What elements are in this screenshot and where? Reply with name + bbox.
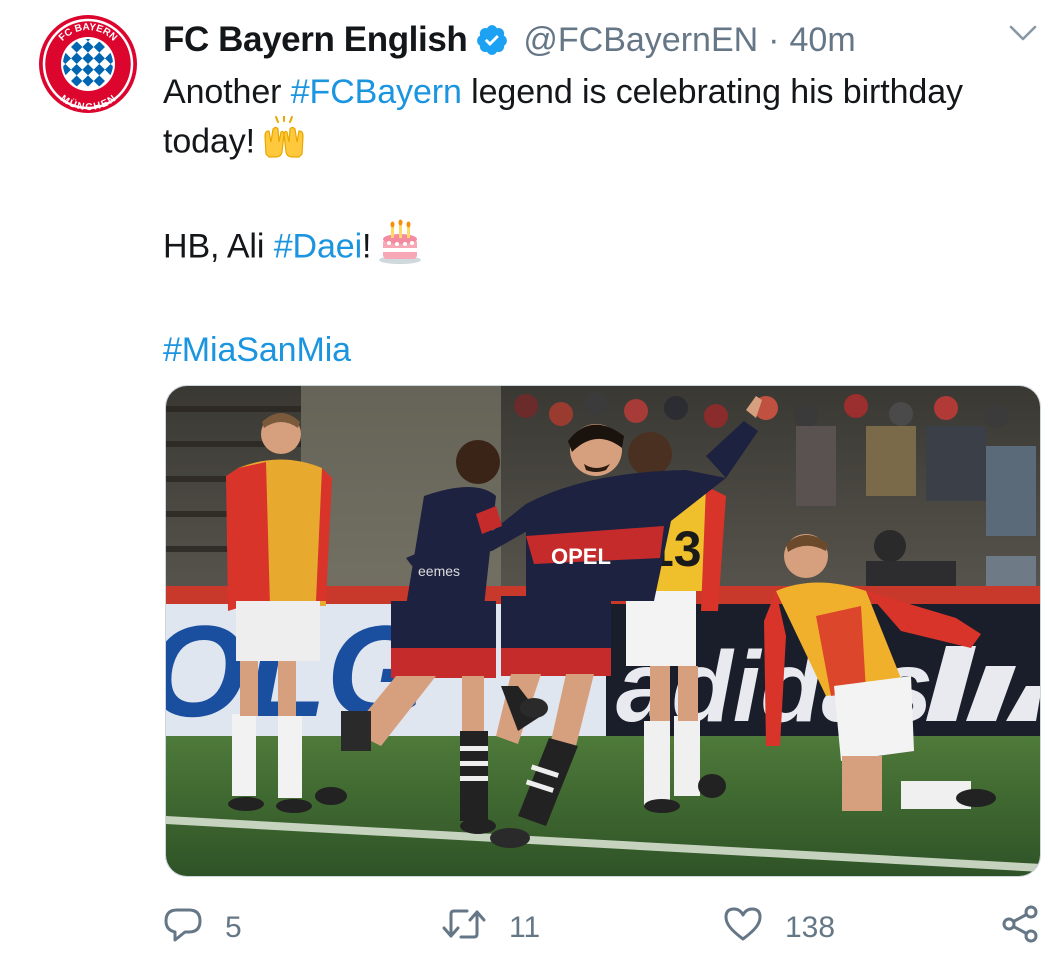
svg-text:eemes: eemes xyxy=(418,563,460,579)
separator-dot: · xyxy=(768,20,780,59)
retweet-button[interactable]: 11 xyxy=(441,903,540,953)
avatar[interactable]: FC BAYERN MÜNCHEN xyxy=(38,14,138,114)
reply-count: 5 xyxy=(225,911,242,944)
share-button[interactable] xyxy=(999,903,1041,953)
reply-icon xyxy=(163,904,203,952)
reply-button[interactable]: 5 xyxy=(163,903,242,953)
retweet-icon xyxy=(441,906,487,950)
tweet-header: FC Bayern English @FCBayernEN · 40m xyxy=(163,14,856,66)
chevron-down-icon[interactable] xyxy=(1008,18,1038,48)
sponsor-text: OPEL xyxy=(551,544,611,569)
share-icon xyxy=(999,903,1041,953)
hashtag-fcbayern[interactable]: #FCBayern xyxy=(291,73,462,111)
verified-badge-icon xyxy=(475,23,509,57)
retweet-count: 11 xyxy=(509,911,541,944)
tweet-line-2: HB, Ali #Daei! xyxy=(163,219,1053,278)
user-handle[interactable]: @FCBayernEN xyxy=(523,21,758,60)
hashtag-daei[interactable]: #Daei xyxy=(274,227,362,265)
tweet[interactable]: FC BAYERN MÜNCHEN FC Bayern English @FCB… xyxy=(0,0,1060,957)
tweet-media-image[interactable]: OLG adidas xyxy=(165,385,1041,877)
display-name[interactable]: FC Bayern English xyxy=(163,20,468,60)
heart-icon xyxy=(723,905,763,951)
tweet-line-3: #MiaSanMia xyxy=(163,326,1053,374)
tweet-line-1: Another #FCBayern legend is celebrating … xyxy=(163,68,1053,171)
like-count: 138 xyxy=(785,911,836,944)
raising-hands-icon xyxy=(261,115,307,171)
tweet-text: Another #FCBayern legend is celebrating … xyxy=(163,68,1053,374)
tweet-actions: 5 11 138 xyxy=(163,903,1043,953)
birthday-cake-icon xyxy=(377,219,423,278)
hashtag-miasanmia[interactable]: #MiaSanMia xyxy=(163,331,351,369)
like-button[interactable]: 138 xyxy=(723,903,835,953)
timestamp[interactable]: 40m xyxy=(790,21,856,60)
